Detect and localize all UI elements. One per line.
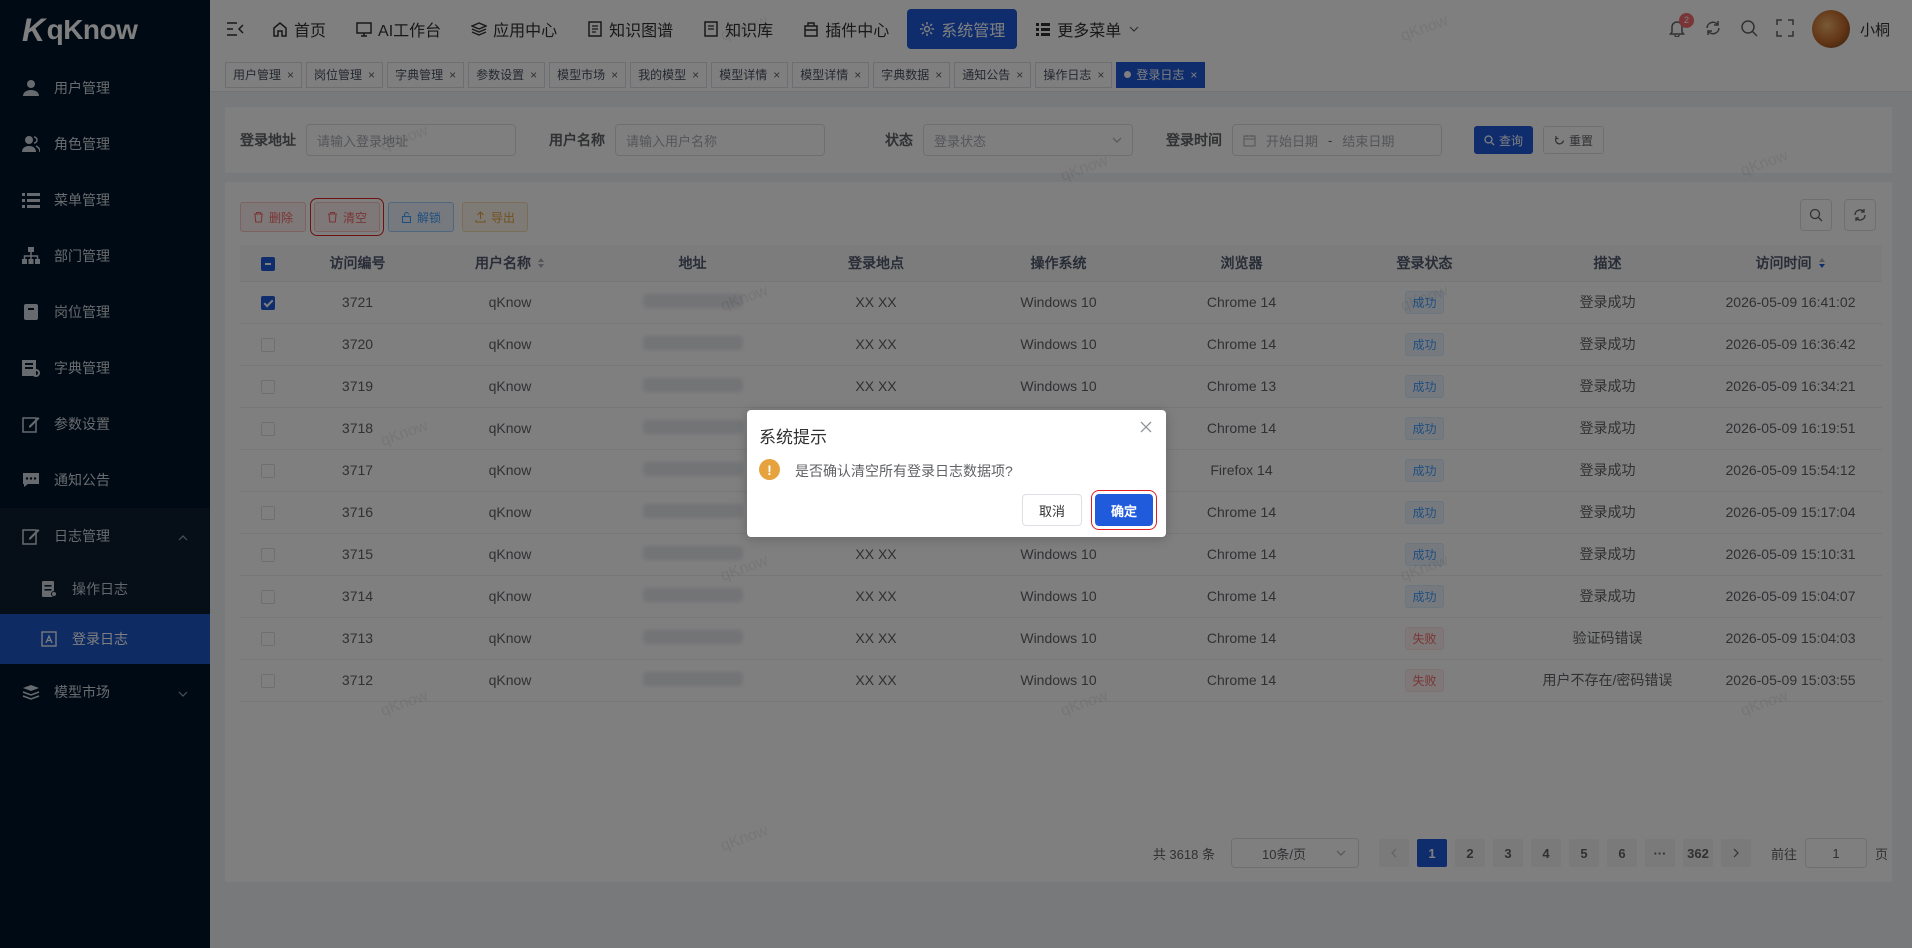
warning-icon-glyph: ! xyxy=(767,461,772,478)
close-icon[interactable] xyxy=(1140,420,1152,438)
warning-icon: ! xyxy=(759,459,780,480)
cancel-label: 取消 xyxy=(1038,503,1065,519)
cancel-button[interactable]: 取消 xyxy=(1022,494,1082,526)
confirm-label: 确定 xyxy=(1110,503,1137,519)
dialog-message: 是否确认清空所有登录日志数据项? xyxy=(795,463,1013,479)
confirm-dialog: 系统提示 ! 是否确认清空所有登录日志数据项? 取消 确定 xyxy=(747,410,1166,537)
dialog-title: 系统提示 xyxy=(759,428,827,447)
confirm-button[interactable]: 确定 xyxy=(1091,490,1157,530)
